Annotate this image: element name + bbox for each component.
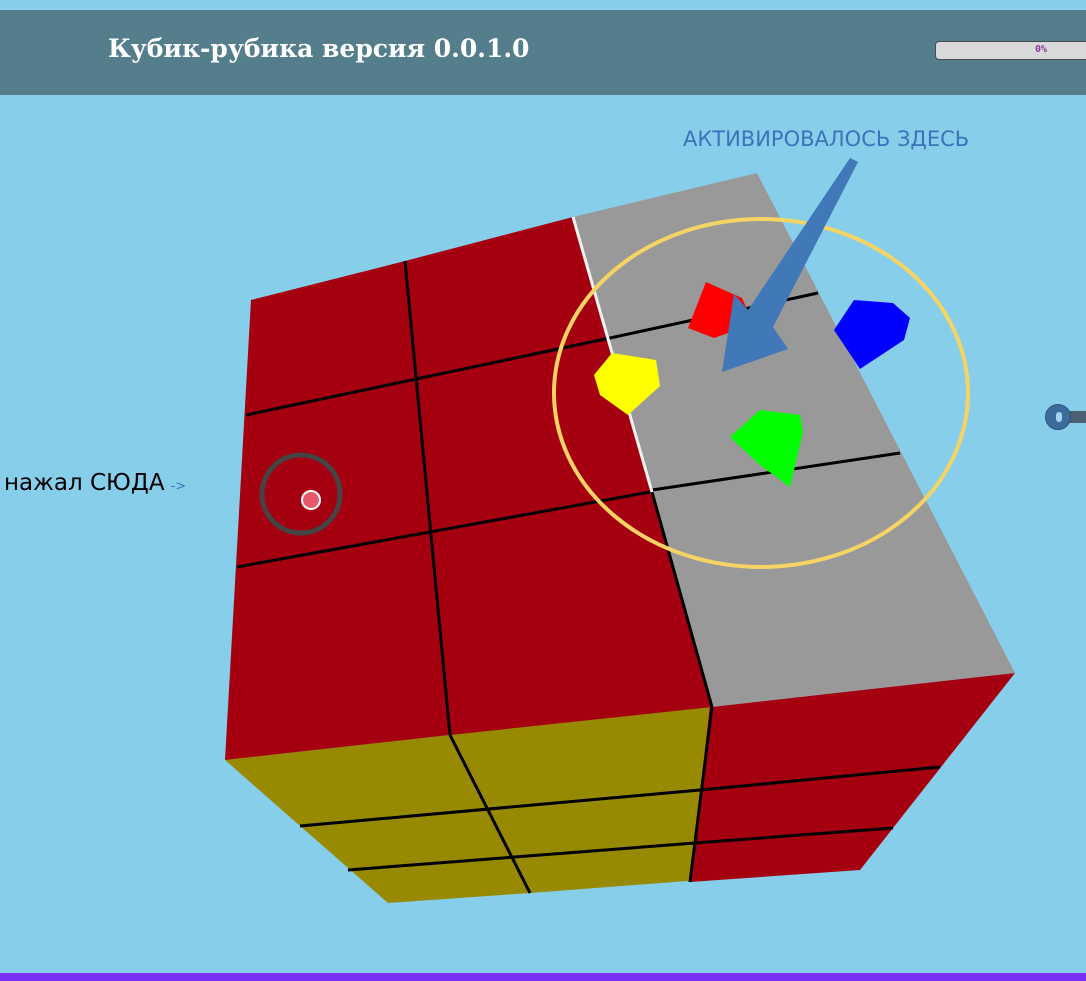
annotation-clicked-arrow: -> bbox=[170, 479, 187, 494]
annotation-clicked-label: нажал СЮДА bbox=[4, 470, 165, 496]
click-dot bbox=[301, 490, 321, 510]
side-widget[interactable] bbox=[1045, 404, 1086, 430]
bottom-bar bbox=[0, 973, 1086, 981]
toggle-knob-icon[interactable] bbox=[1045, 404, 1071, 430]
annotation-clicked-here: нажал СЮДА -> bbox=[4, 470, 186, 496]
cube-right-face[interactable] bbox=[690, 673, 1015, 882]
annotation-activated-here: АКТИВИРОВАЛОСЬ ЗДЕСЬ bbox=[683, 127, 970, 151]
